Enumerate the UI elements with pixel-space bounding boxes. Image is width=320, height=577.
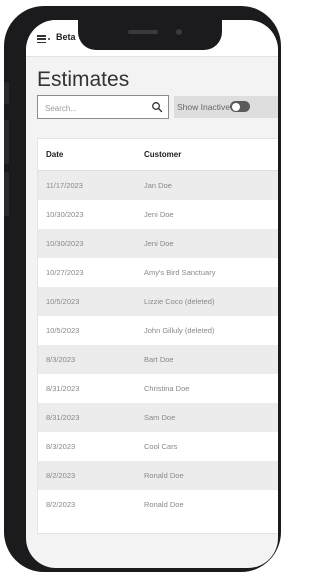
table-row[interactable]: 8/3/2023 Cool Cars (38, 432, 278, 461)
estimate-date: 10/5/2023 (46, 297, 80, 306)
estimate-date: 10/30/2023 (46, 239, 84, 248)
volume-down-button (4, 172, 9, 216)
estimate-customer: Bart Doe (144, 355, 174, 364)
phone-frame: Beta Estimates Show Inactive Date Custom… (4, 6, 281, 572)
estimate-customer: Amy's Bird Sanctuary (144, 268, 216, 277)
estimate-customer: Jan Doe (144, 181, 172, 190)
estimate-customer: Ronald Doe (144, 500, 184, 509)
estimate-date: 8/31/2023 (46, 384, 80, 393)
table-row[interactable]: 8/2/2023 Ronald Doe (38, 461, 278, 490)
table-row[interactable]: 10/30/2023 Jeni Doe (38, 200, 278, 229)
estimate-date: 8/2/2023 (46, 500, 76, 509)
estimate-customer: Ronald Doe (144, 471, 184, 480)
table-row[interactable]: 8/2/2023 Ronald Doe (38, 490, 278, 519)
search-field[interactable] (37, 95, 169, 119)
estimate-customer: Christina Doe (144, 384, 190, 393)
table-footer (38, 519, 278, 533)
show-inactive-toggle[interactable] (230, 101, 250, 112)
estimates-table: Date Customer 11/17/2023 Jan Doe 10/30/202… (37, 138, 278, 534)
estimate-customer: Lizzie Coco (deleted) (144, 297, 215, 306)
estimate-date: 11/17/2023 (46, 181, 83, 190)
front-camera (176, 29, 182, 35)
hamburger-menu-icon[interactable] (37, 35, 50, 43)
estimate-date: 10/27/2023 (46, 268, 84, 277)
mute-switch (4, 82, 9, 104)
search-input[interactable] (43, 99, 147, 117)
table-row[interactable]: 11/17/2023 Jan Doe (38, 171, 278, 200)
table-row[interactable]: 8/31/2023 Sam Doe (38, 403, 278, 432)
table-row[interactable]: 10/30/2023 Jeni Doe (38, 229, 278, 258)
volume-up-button (4, 120, 9, 164)
table-row[interactable]: 10/5/2023 Lizzie Coco (deleted) (38, 287, 278, 316)
estimate-date: 8/3/2023 (46, 355, 76, 364)
estimate-date: 8/31/2023 (46, 413, 80, 422)
table-body: 11/17/2023 Jan Doe 10/30/2023 Jeni Doe 10/30… (38, 171, 278, 519)
estimate-customer: Cool Cars (144, 442, 178, 451)
estimate-date: 10/30/2023 (46, 210, 84, 219)
show-inactive-label: Show Inactive (177, 102, 230, 112)
page-title: Estimates (37, 68, 130, 91)
estimate-date: 10/5/2023 (46, 326, 80, 335)
speaker-grille (128, 30, 158, 34)
estimate-customer: Jeni Doe (144, 239, 174, 248)
estimate-date: 8/2/2023 (46, 471, 76, 480)
app-screen: Beta Estimates Show Inactive Date Custom… (26, 20, 278, 568)
table-header: Date Customer (38, 139, 278, 171)
estimate-customer: John Gilluly (deleted) (144, 326, 215, 335)
column-header-date[interactable]: Date (46, 150, 63, 159)
beta-label: Beta (56, 32, 76, 42)
phone-notch (78, 16, 222, 50)
table-row[interactable]: 8/3/2023 Bart Doe (38, 345, 278, 374)
estimate-date: 8/3/2023 (46, 442, 76, 451)
estimate-customer: Sam Doe (144, 413, 176, 422)
table-row[interactable]: 10/5/2023 John Gilluly (deleted) (38, 316, 278, 345)
column-header-customer[interactable]: Customer (144, 150, 181, 159)
table-row[interactable]: 8/31/2023 Christina Doe (38, 374, 278, 403)
search-icon[interactable] (151, 101, 163, 113)
estimate-customer: Jeni Doe (144, 210, 174, 219)
show-inactive-filter: Show Inactive (174, 96, 278, 118)
toggle-knob (231, 102, 240, 111)
table-row[interactable]: 10/27/2023 Amy's Bird Sanctuary (38, 258, 278, 287)
